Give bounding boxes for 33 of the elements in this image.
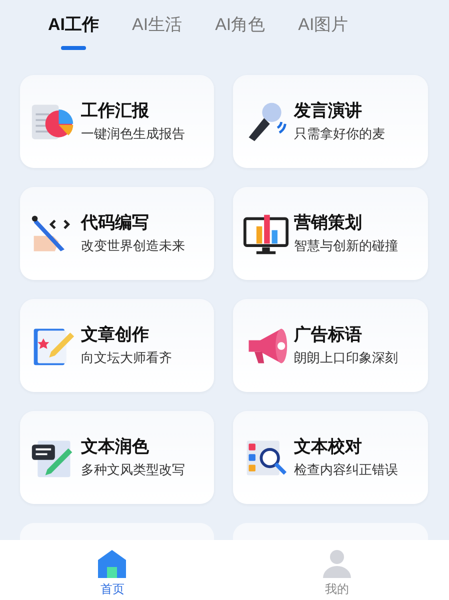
card-subtitle: 多种文风类型改写 bbox=[81, 461, 185, 478]
feature-card[interactable]: 工作汇报 一键润色生成报告 bbox=[20, 75, 214, 168]
tab[interactable]: AI图片 bbox=[298, 14, 348, 58]
card-title: 发言演讲 bbox=[294, 101, 363, 121]
feature-card[interactable]: 营销策划 智慧与创新的碰撞 bbox=[233, 187, 428, 280]
card-title: 工作汇报 bbox=[81, 101, 150, 121]
feature-card[interactable]: 文本校对 检查内容纠正错误 bbox=[233, 411, 428, 504]
card-subtitle: 朗朗上口印象深刻 bbox=[294, 349, 398, 366]
user-icon bbox=[320, 548, 353, 580]
card-title: 广告标语 bbox=[294, 325, 363, 345]
card-subtitle: 一键润色生成报告 bbox=[81, 125, 185, 142]
feature-card[interactable]: 广告标语 朗朗上口印象深刻 bbox=[233, 299, 428, 392]
card-title: 营销策划 bbox=[294, 213, 363, 233]
feature-card[interactable]: 代码编写 改变世界创造未来 bbox=[20, 187, 214, 280]
card-subtitle: 只需拿好你的麦 bbox=[294, 125, 385, 142]
feature-card[interactable]: 发言演讲 只需拿好你的麦 bbox=[233, 75, 428, 168]
nav-tab[interactable]: 首页 bbox=[0, 540, 224, 600]
nav-tab[interactable]: 我的 bbox=[224, 540, 449, 600]
tab[interactable]: AI工作 bbox=[48, 14, 99, 58]
card-subtitle: 向文坛大师看齐 bbox=[81, 349, 172, 366]
card-subtitle: 检查内容纠正错误 bbox=[294, 461, 398, 478]
card-title: 文章创作 bbox=[81, 325, 150, 345]
feature-card[interactable]: 文本润色 多种文风类型改写 bbox=[20, 411, 214, 504]
home-icon bbox=[96, 548, 128, 580]
tab[interactable]: AI角色 bbox=[215, 14, 266, 58]
tab[interactable]: AI生活 bbox=[132, 14, 182, 58]
tab-indicator bbox=[61, 46, 86, 50]
card-title: 文本润色 bbox=[81, 437, 150, 457]
card-subtitle: 改变世界创造未来 bbox=[81, 237, 185, 254]
feature-card[interactable]: 文章创作 向文坛大师看齐 bbox=[20, 299, 214, 392]
card-title: 代码编写 bbox=[81, 213, 150, 233]
card-title: 文本校对 bbox=[294, 437, 363, 457]
card-subtitle: 智慧与创新的碰撞 bbox=[294, 237, 398, 254]
